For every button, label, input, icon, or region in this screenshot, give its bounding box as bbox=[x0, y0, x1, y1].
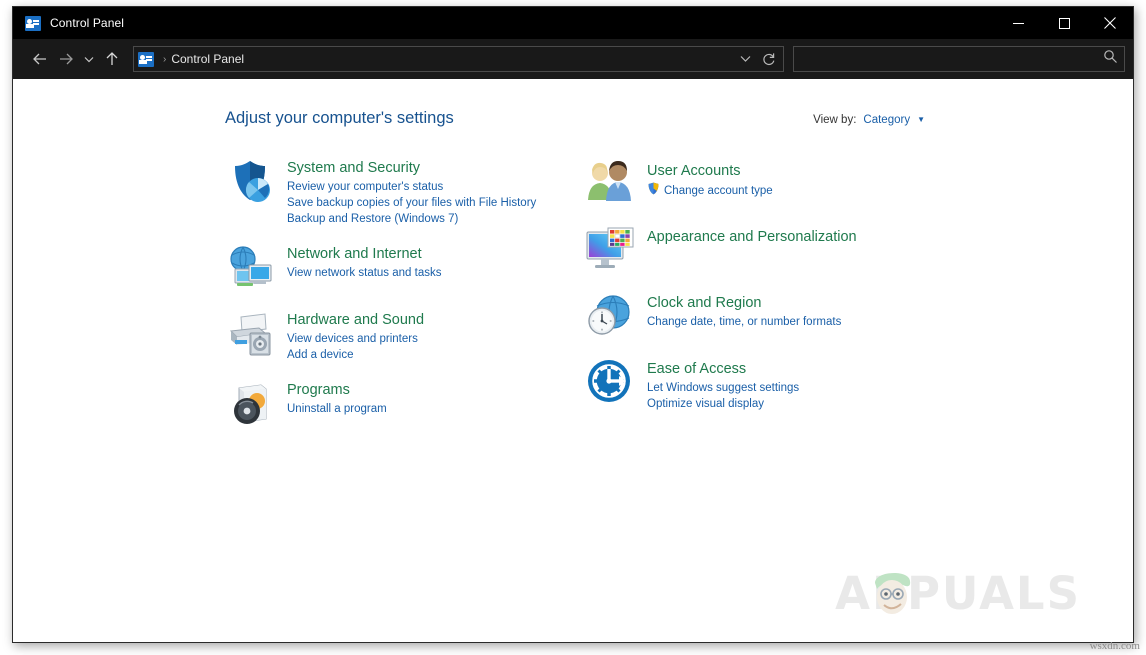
category-item: Programs Uninstall a program bbox=[225, 379, 585, 429]
category-item: Ease of Access Let Windows suggest settin… bbox=[585, 358, 945, 412]
category-title[interactable]: Appearance and Personalization bbox=[647, 228, 857, 246]
refresh-icon[interactable] bbox=[757, 47, 781, 71]
page-title: Adjust your computer's settings bbox=[225, 109, 454, 127]
right-category-column: User Accounts Change account type Appear… bbox=[585, 157, 945, 445]
view-by-value[interactable]: Category bbox=[863, 114, 910, 126]
clock-globe-icon[interactable] bbox=[585, 292, 635, 342]
mascot-face-icon bbox=[875, 572, 911, 614]
control-panel-icon bbox=[25, 15, 41, 31]
category-body: Programs Uninstall a program bbox=[287, 379, 387, 429]
category-links: View network status and tasks bbox=[287, 265, 441, 281]
chevron-down-icon[interactable] bbox=[733, 47, 757, 71]
category-body: User Accounts Change account type bbox=[647, 160, 773, 210]
category-title[interactable]: Ease of Access bbox=[647, 360, 746, 378]
category-body: Hardware and Sound View devices and print… bbox=[287, 309, 424, 363]
breadcrumb-path[interactable]: Control Panel bbox=[171, 52, 244, 66]
category-link[interactable]: Let Windows suggest settings bbox=[647, 380, 799, 396]
category-links: Change account type bbox=[647, 182, 773, 200]
shield-chart-icon[interactable] bbox=[225, 157, 275, 207]
breadcrumb-separator: › bbox=[163, 53, 167, 65]
category-body: Clock and Region Change date, time, or nu… bbox=[647, 292, 841, 342]
address-bar-controls bbox=[733, 47, 781, 71]
view-by-label: View by: bbox=[813, 114, 857, 126]
category-link[interactable]: Change date, time, or number formats bbox=[647, 314, 841, 330]
minimize-button[interactable] bbox=[995, 7, 1041, 39]
category-link[interactable]: Backup and Restore (Windows 7) bbox=[287, 211, 458, 227]
category-title[interactable]: Programs bbox=[287, 381, 350, 399]
category-link-label: Change account type bbox=[664, 185, 773, 197]
category-title[interactable]: Clock and Region bbox=[647, 294, 761, 312]
category-item: System and Security Review your computer'… bbox=[225, 157, 585, 227]
category-title[interactable]: System and Security bbox=[287, 159, 420, 177]
address-bar[interactable]: › Control Panel bbox=[133, 46, 784, 72]
source-watermark: wsxdn.com bbox=[1089, 640, 1140, 652]
chevron-down-icon[interactable]: ▼ bbox=[917, 115, 925, 124]
view-by-control: View by: Category ▼ bbox=[813, 114, 925, 126]
category-body: System and Security Review your computer'… bbox=[287, 157, 536, 227]
category-link[interactable]: Uninstall a program bbox=[287, 401, 387, 417]
back-button[interactable] bbox=[27, 46, 53, 72]
search-input[interactable] bbox=[800, 52, 1103, 66]
category-links: View devices and printers Add a device bbox=[287, 331, 424, 363]
category-item: Clock and Region Change date, time, or nu… bbox=[585, 292, 945, 342]
programs-disc-icon[interactable] bbox=[225, 379, 275, 429]
search-box[interactable] bbox=[793, 46, 1125, 72]
monitor-palette-icon[interactable] bbox=[585, 226, 635, 276]
globe-monitors-icon[interactable] bbox=[225, 243, 275, 293]
category-link[interactable]: Add a device bbox=[287, 347, 354, 363]
search-icon[interactable] bbox=[1103, 49, 1118, 69]
category-links: Uninstall a program bbox=[287, 401, 387, 417]
window-title: Control Panel bbox=[50, 16, 125, 30]
breadcrumb-control-panel-icon bbox=[138, 51, 154, 67]
left-category-column: System and Security Review your computer'… bbox=[225, 157, 585, 445]
ease-of-access-icon[interactable] bbox=[585, 358, 635, 408]
category-link[interactable]: Save backup copies of your files with Fi… bbox=[287, 195, 536, 211]
category-item: User Accounts Change account type bbox=[585, 160, 945, 210]
up-button[interactable] bbox=[99, 46, 125, 72]
category-title[interactable]: Network and Internet bbox=[287, 245, 422, 263]
forward-button[interactable] bbox=[53, 46, 79, 72]
category-body: Network and Internet View network status … bbox=[287, 243, 441, 293]
category-links: Review your computer's status Save backup… bbox=[287, 179, 536, 227]
printer-speaker-icon[interactable] bbox=[225, 309, 275, 359]
content-area: Adjust your computer's settings View by:… bbox=[13, 79, 1133, 642]
title-bar: Control Panel bbox=[13, 7, 1133, 39]
category-links: Change date, time, or number formats bbox=[647, 314, 841, 330]
category-body: Appearance and Personalization bbox=[647, 226, 857, 276]
category-columns: System and Security Review your computer'… bbox=[225, 157, 945, 445]
category-link[interactable]: Optimize visual display bbox=[647, 396, 764, 412]
uac-shield-icon bbox=[647, 182, 660, 200]
category-link[interactable]: View network status and tasks bbox=[287, 265, 441, 281]
category-title[interactable]: Hardware and Sound bbox=[287, 311, 424, 329]
recent-locations-button[interactable] bbox=[79, 46, 99, 72]
appuals-watermark: APPUALS bbox=[835, 571, 1081, 616]
window-controls bbox=[995, 7, 1133, 39]
control-panel-window: Control Panel › Control Panel Adjust you… bbox=[12, 6, 1134, 643]
watermark-text: APPUALS bbox=[835, 567, 1081, 620]
navigation-bar: › Control Panel bbox=[13, 39, 1133, 79]
category-links: Let Windows suggest settings Optimize vis… bbox=[647, 380, 799, 412]
category-item: Hardware and Sound View devices and print… bbox=[225, 309, 585, 363]
maximize-button[interactable] bbox=[1041, 7, 1087, 39]
category-link[interactable]: Review your computer's status bbox=[287, 179, 443, 195]
category-item: Appearance and Personalization bbox=[585, 226, 945, 276]
close-button[interactable] bbox=[1087, 7, 1133, 39]
category-body: Ease of Access Let Windows suggest settin… bbox=[647, 358, 799, 412]
content-header: Adjust your computer's settings View by:… bbox=[225, 109, 925, 128]
category-title[interactable]: User Accounts bbox=[647, 162, 741, 180]
category-link[interactable]: View devices and printers bbox=[287, 331, 418, 347]
title-bar-left: Control Panel bbox=[13, 15, 125, 31]
user-accounts-icon[interactable] bbox=[585, 160, 635, 210]
category-item: Network and Internet View network status … bbox=[225, 243, 585, 293]
category-link[interactable]: Change account type bbox=[647, 182, 773, 200]
